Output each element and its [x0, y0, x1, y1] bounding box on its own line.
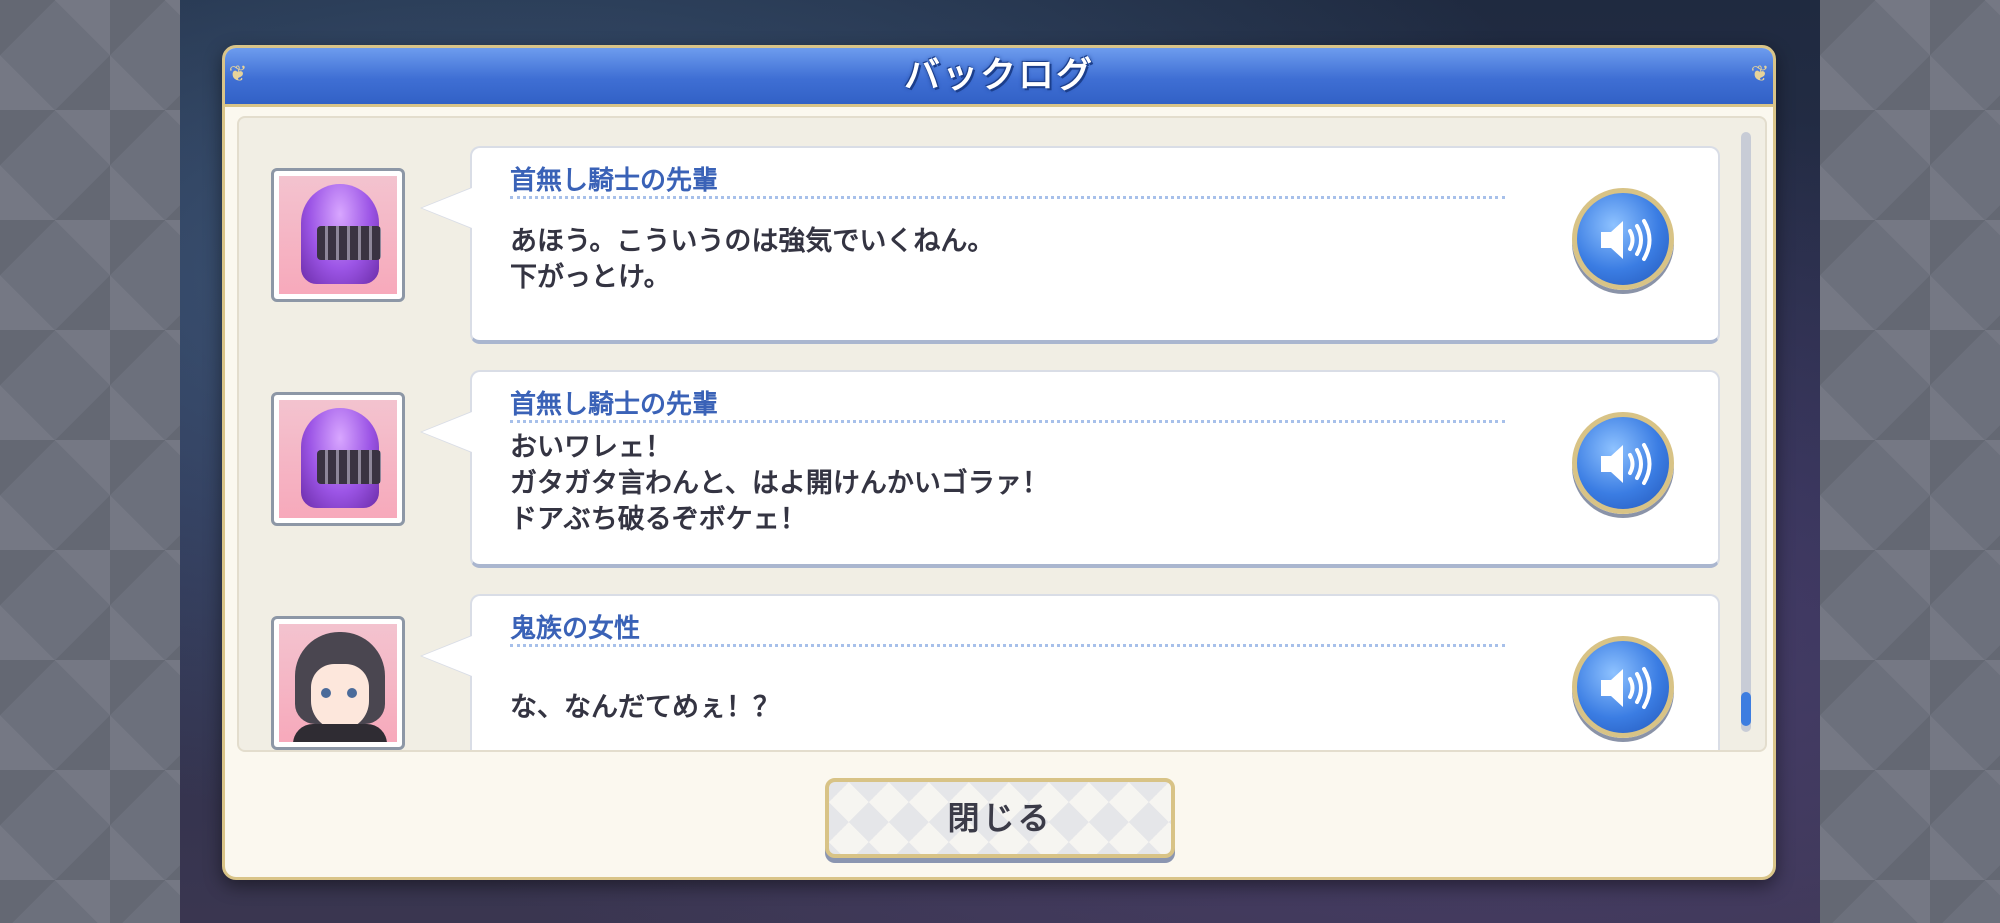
scrollbar-thumb[interactable]: [1741, 692, 1751, 726]
oni-woman-portrait-icon: [279, 624, 397, 742]
backlog-entry: 首無し騎士の先輩 あほう。こういうのは強気でいくねん。 下がっとけ。: [239, 146, 1729, 368]
play-voice-button[interactable]: [1572, 412, 1674, 514]
message-bubble: 首無し騎士の先輩 あほう。こういうのは強気でいくねん。 下がっとけ。: [420, 146, 1720, 344]
divider: [510, 644, 1505, 647]
divider: [510, 420, 1505, 423]
knight-portrait-icon: [279, 176, 397, 294]
speaker-icon: [1601, 667, 1652, 709]
close-button-label: 閉じる: [947, 799, 1053, 837]
backlog-entry: 鬼族の女性 な、なんだてめぇ！？: [239, 594, 1729, 750]
message-text: な、なんだてめぇ！？: [510, 692, 780, 723]
divider: [510, 196, 1505, 199]
backlog-dialog: ❦ バックログ ❦ 首無し騎士の先輩 あほう。こういうのは強気でいくねん。 下が…: [222, 45, 1776, 880]
message-text: おいワレェ！ ガタガタ言わんと、はよ開けんかいゴラァ！ ドアぶち破るぞボケェ！: [510, 432, 1049, 535]
left-pattern-panel: [0, 0, 180, 923]
message-bubble: 鬼族の女性 な、なんだてめぇ！？: [420, 594, 1720, 750]
close-button[interactable]: 閉じる: [825, 778, 1175, 858]
scrollbar-track[interactable]: [1741, 132, 1751, 732]
backlog-list[interactable]: 首無し騎士の先輩 あほう。こういうのは強気でいくねん。 下がっとけ。 首無し騎士…: [237, 116, 1767, 752]
speaker-name: 首無し騎士の先輩: [510, 390, 719, 420]
portrait-headless-knight: [271, 168, 405, 302]
portrait-headless-knight: [271, 392, 405, 526]
knight-portrait-icon: [279, 400, 397, 518]
speaker-icon: [1601, 219, 1652, 261]
dialog-title: バックログ: [903, 55, 1094, 96]
speaker-name: 鬼族の女性: [510, 614, 641, 644]
dialog-title-bar: ❦ バックログ ❦: [225, 48, 1773, 107]
ornament-right-icon: ❦: [1750, 62, 1770, 87]
play-voice-button[interactable]: [1572, 188, 1674, 290]
play-voice-button[interactable]: [1572, 636, 1674, 738]
speaker-name: 首無し騎士の先輩: [510, 166, 719, 196]
portrait-oni-woman: [271, 616, 405, 750]
message-text: あほう。こういうのは強気でいくねん。 下がっとけ。: [510, 226, 995, 293]
message-bubble: 首無し騎士の先輩 おいワレェ！ ガタガタ言わんと、はよ開けんかいゴラァ！ ドアぶ…: [420, 370, 1720, 568]
speaker-icon: [1601, 443, 1652, 485]
right-pattern-panel: [1820, 0, 2000, 923]
backlog-entry: 首無し騎士の先輩 おいワレェ！ ガタガタ言わんと、はよ開けんかいゴラァ！ ドアぶ…: [239, 370, 1729, 592]
ornament-left-icon: ❦: [228, 62, 248, 87]
